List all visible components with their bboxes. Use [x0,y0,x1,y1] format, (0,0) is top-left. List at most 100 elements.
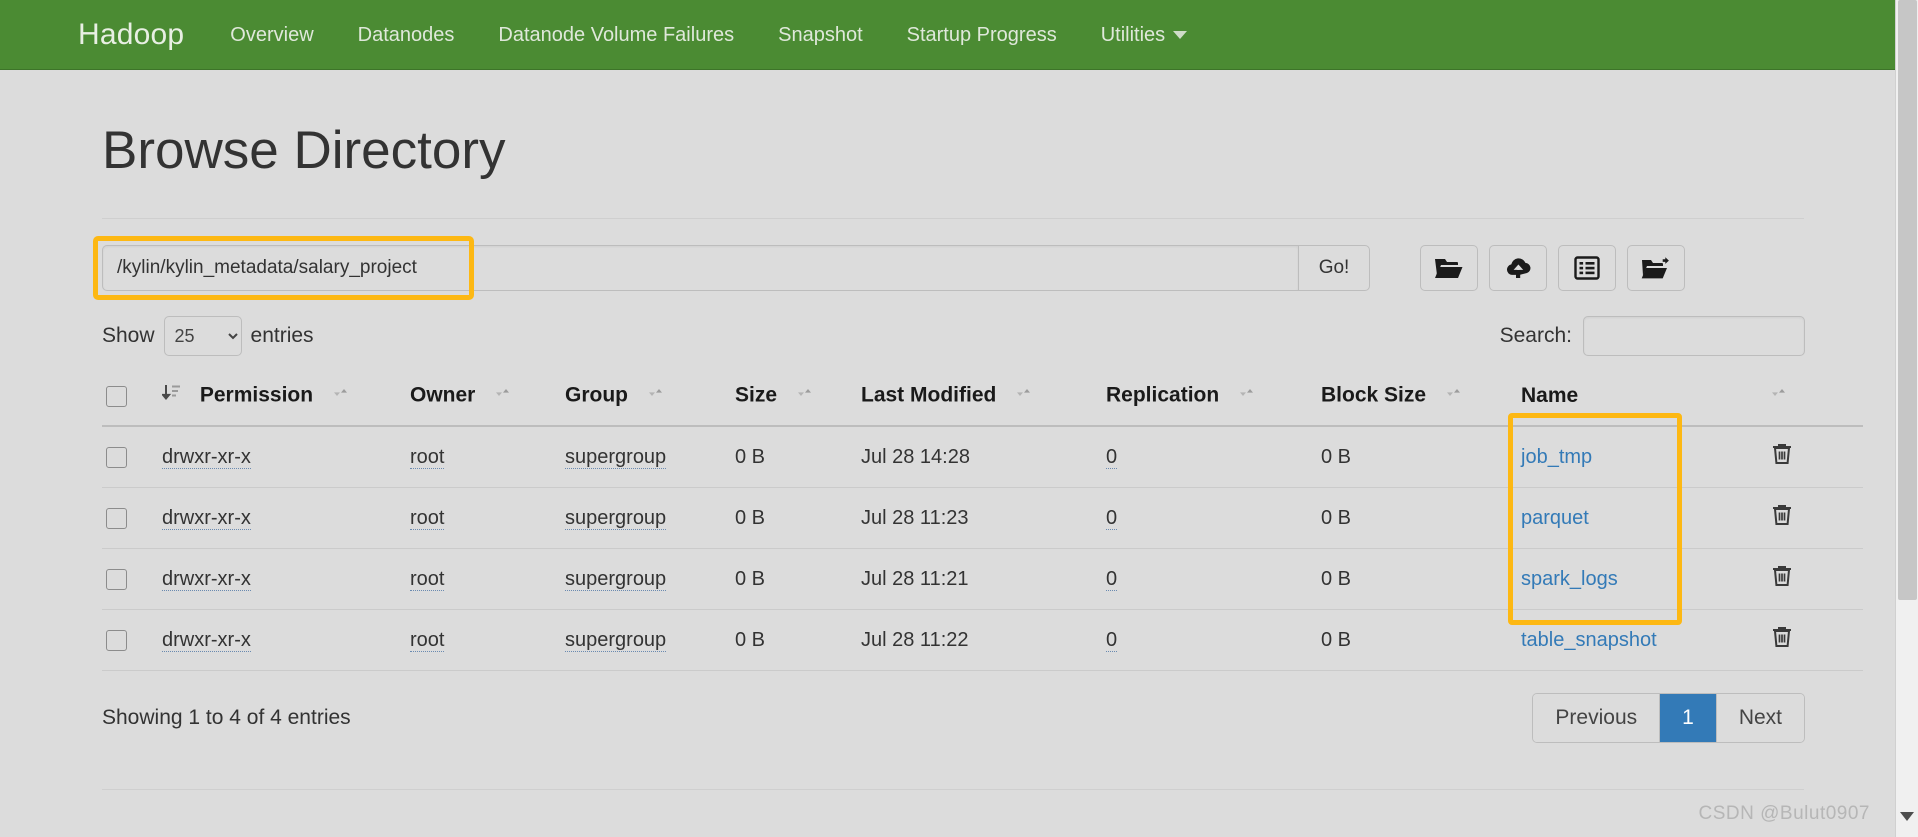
file-name-link[interactable]: parquet [1521,507,1589,529]
cut-paste-button[interactable] [1627,245,1685,292]
owner-value[interactable]: root [410,567,445,591]
cell-name: spark_logs [1517,548,1767,611]
cell-actions [1767,426,1863,489]
nav-label-overview: Overview [230,23,314,46]
sort-icon-name[interactable] [1771,383,1787,409]
replication-value[interactable]: 0 [1106,567,1118,591]
th-group[interactable]: Group [561,373,731,428]
row-checkbox[interactable] [106,569,127,591]
sort-icon-replication[interactable] [1239,383,1255,409]
watermark-text: CSDN @Bulut0907 [1698,803,1870,824]
snapshot-list-button[interactable] [1558,245,1616,292]
browser-viewport: Hadoop Overview Datanodes Datanode Volum… [0,0,1918,837]
file-name-link[interactable]: spark_logs [1521,568,1618,590]
chevron-down-icon [1173,31,1188,40]
row-checkbox[interactable] [106,447,127,469]
th-owner[interactable]: Owner [406,373,561,428]
row-select-cell [102,487,158,550]
trash-icon [1771,566,1793,591]
replication-value[interactable]: 0 [1106,506,1118,530]
sort-icon-block-size[interactable] [1446,383,1462,409]
delete-row-button[interactable] [1771,564,1793,591]
group-value[interactable]: supergroup [565,567,667,591]
sort-icon-owner[interactable] [495,383,511,409]
th-actions[interactable] [1767,373,1863,428]
owner-value[interactable]: root [410,506,445,530]
delete-row-button[interactable] [1771,503,1793,530]
owner-value[interactable]: root [410,445,445,469]
th-replication[interactable]: Replication [1102,373,1317,428]
permission-value[interactable]: drwxr-xr-x [162,628,251,652]
group-value[interactable]: supergroup [565,445,667,469]
cell-actions [1767,487,1863,550]
row-checkbox[interactable] [106,508,127,530]
group-value[interactable]: supergroup [565,628,667,652]
nav-label-datanodes: Datanodes [357,23,455,46]
cell-owner: root [406,548,561,611]
path-toolbar: Go! [93,236,1805,301]
nav-item-datanodes[interactable]: Datanodes [336,0,477,70]
table-header-row: Permission Owner Group Size Last Modifie… [102,373,1863,428]
table-row: drwxr-xr-x root supergroup 0 B Jul 28 11… [102,487,1863,550]
file-name-link[interactable]: table_snapshot [1521,629,1657,651]
th-last-modified[interactable]: Last Modified [857,373,1102,428]
nav-item-datanode-volume-failures[interactable]: Datanode Volume Failures [476,0,756,70]
scrollbar-thumb[interactable] [1898,0,1917,600]
table-row: drwxr-xr-x root supergroup 0 B Jul 28 11… [102,548,1863,611]
cell-block-size: 0 B [1317,609,1517,672]
permission-value[interactable]: drwxr-xr-x [162,506,251,530]
cell-permission: drwxr-xr-x [158,609,406,672]
permission-value[interactable]: drwxr-xr-x [162,445,251,469]
sort-icon-size[interactable] [797,383,813,409]
row-checkbox[interactable] [106,630,127,652]
th-label-owner: Owner [410,383,476,407]
nav-item-overview[interactable]: Overview [208,0,335,70]
title-divider [102,218,1804,220]
replication-value[interactable]: 0 [1106,445,1118,469]
entries-length-control: Show 25 50 100 entries [102,316,314,357]
select-all-checkbox[interactable] [106,386,127,408]
directory-path-input[interactable] [102,245,1298,292]
delete-row-button[interactable] [1771,625,1793,652]
search-input[interactable] [1583,316,1805,357]
group-value[interactable]: supergroup [565,506,667,530]
sort-icon-last-modified[interactable] [1016,383,1032,409]
go-button[interactable]: Go! [1298,245,1370,292]
create-directory-button[interactable] [1420,245,1478,292]
th-block-size[interactable]: Block Size [1317,373,1517,428]
delete-row-button[interactable] [1771,442,1793,469]
permission-value[interactable]: drwxr-xr-x [162,567,251,591]
owner-value[interactable]: root [410,628,445,652]
cell-block-size: 0 B [1317,487,1517,550]
trash-icon [1771,505,1793,530]
th-permission[interactable]: Permission [158,373,406,428]
hadoop-brand-link[interactable]: Hadoop [0,19,208,50]
upload-files-button[interactable] [1489,245,1547,292]
pagination-previous-button[interactable]: Previous [1533,694,1661,743]
sort-icon-group[interactable] [648,383,664,409]
cell-replication: 0 [1102,487,1317,550]
page-title: Browse Directory [102,121,506,180]
sort-icon-permission[interactable] [333,383,349,409]
cell-owner: root [406,487,561,550]
search-label: Search: [1499,324,1572,348]
folder-open-icon [1434,256,1464,280]
pagination-page-1-button[interactable]: 1 [1660,694,1717,743]
nav-item-snapshot[interactable]: Snapshot [756,0,885,70]
nav-item-utilities[interactable]: Utilities [1079,0,1209,70]
page-size-select[interactable]: 25 50 100 [163,316,242,357]
th-label-size: Size [735,383,778,407]
file-name-link[interactable]: job_tmp [1521,446,1592,468]
navbar-links: Overview Datanodes Datanode Volume Failu… [208,0,1209,70]
nav-item-startup-progress[interactable]: Startup Progress [885,0,1079,70]
th-name[interactable]: Name [1517,373,1767,428]
th-size[interactable]: Size [731,373,857,428]
entries-label: entries [250,324,314,348]
page-scrollbar[interactable] [1895,0,1918,837]
replication-value[interactable]: 0 [1106,628,1118,652]
pagination-next-button[interactable]: Next [1716,694,1804,743]
path-input-group: Go! [102,245,1370,292]
cell-owner: root [406,609,561,672]
sort-amount-desc-icon[interactable] [160,383,182,409]
scroll-down-arrow-icon[interactable] [1900,812,1914,821]
